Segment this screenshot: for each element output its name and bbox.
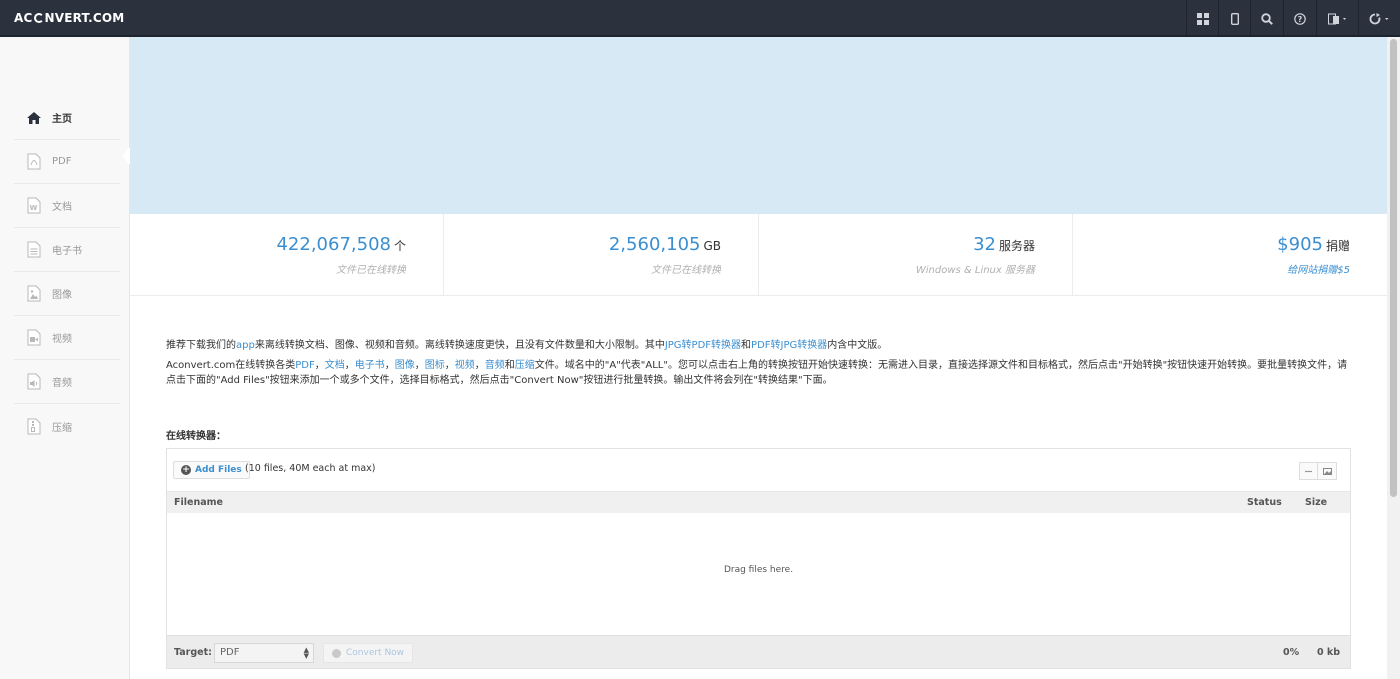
search-icon[interactable]: [1250, 0, 1283, 37]
archive-link[interactable]: 压缩: [515, 360, 535, 371]
drop-message: Drag files here.: [723, 565, 794, 575]
icon-link[interactable]: 图标: [425, 360, 445, 371]
home-icon: [24, 108, 44, 128]
video-icon: [24, 328, 44, 348]
select-arrows-icon: ▲ ▼: [303, 646, 309, 660]
image-icon: [24, 284, 44, 304]
thumbnail-view-button[interactable]: [1318, 462, 1337, 480]
file-table-header: Filename Status Size: [167, 491, 1350, 513]
file-limit-note: (10 files, 40M each at max): [245, 463, 376, 474]
column-size: Size: [1305, 497, 1328, 508]
mobile-icon[interactable]: [1218, 0, 1250, 37]
pdf-link[interactable]: PDF: [295, 360, 314, 371]
converter-toolbar: + Add Files (10 files, 40M each at max): [167, 449, 1350, 491]
video-link[interactable]: 视频: [455, 360, 475, 371]
stat-donations[interactable]: $905 捐赠 给网站捐赠$5: [1073, 214, 1387, 296]
sidebar-item-video[interactable]: 视频: [14, 316, 120, 360]
document-icon: W: [24, 196, 44, 216]
audio-icon: [24, 372, 44, 392]
column-status: Status: [1247, 497, 1282, 508]
logo-ring-icon: [33, 13, 44, 23]
jpg-to-pdf-link[interactable]: JPG转PDF转换器: [665, 340, 741, 351]
plus-circle-icon: +: [181, 465, 191, 475]
pdf-icon: [24, 152, 44, 172]
svg-text:W: W: [30, 204, 38, 212]
list-view-icon: [1305, 470, 1312, 472]
app-link[interactable]: app: [236, 340, 255, 351]
ebook-icon: [24, 240, 44, 260]
add-files-button[interactable]: + Add Files: [173, 461, 250, 479]
svg-text:?: ?: [1298, 15, 1303, 24]
sidebar-item-archive[interactable]: 压缩: [14, 404, 120, 448]
archive-icon: [24, 416, 44, 436]
pdf-to-jpg-link[interactable]: PDF转JPG转换器: [751, 340, 827, 351]
file-drop-zone[interactable]: Drag files here.: [167, 513, 1350, 635]
active-caret: [122, 147, 130, 165]
donate-link[interactable]: 给网站捐赠$5: [1287, 261, 1350, 276]
stat-data-size: 2,560,105 GB 文件已在线转换: [444, 214, 759, 296]
stat-files-count: 422,067,508 个 文件已在线转换: [130, 214, 444, 296]
help-icon[interactable]: ?: [1283, 0, 1316, 37]
sidebar-item-audio[interactable]: 音频: [14, 360, 120, 404]
intro-paragraph-about: Aconvert.com在线转换各类PDF，文档，电子书，图像，图标，视频，音频…: [166, 360, 1348, 386]
scrollbar-thumb[interactable]: [1390, 39, 1397, 497]
hero-banner: [130, 37, 1387, 214]
sidebar-item-document[interactable]: W 文档: [14, 184, 120, 228]
converter-title: 在线转换器：: [166, 431, 226, 442]
stats-bar: 422,067,508 个 文件已在线转换 2,560,105 GB 文件已在线转换…: [130, 214, 1387, 296]
page-scrollbar[interactable]: [1387, 37, 1400, 679]
convert-now-button[interactable]: Convert Now: [323, 643, 414, 663]
file-converter: + Add Files (10 files, 40M each at max) …: [166, 448, 1351, 669]
image-link[interactable]: 图像: [395, 360, 415, 371]
ebook-link[interactable]: 电子书: [355, 360, 385, 371]
sidebar-item-pdf[interactable]: PDF: [14, 140, 120, 184]
language-icon[interactable]: [1316, 0, 1358, 37]
sidebar: 主页 PDF W 文档 电子书 图像 视频 音频 压缩: [0, 37, 130, 679]
top-navbar: AC NVERT.COM ?: [0, 0, 1400, 37]
total-size: 0 kb: [1317, 647, 1341, 658]
thumbnail-view-icon: [1322, 467, 1332, 475]
target-label: Target:: [174, 647, 212, 658]
target-format-select[interactable]: PDF ▲ ▼: [214, 643, 314, 663]
intro-paragraph-app: 推荐下载我们的app来离线转换文档、图像、视频和音频。离线转换速度更快，且没有文…: [166, 340, 888, 351]
document-link[interactable]: 文档: [325, 360, 345, 371]
list-view-button[interactable]: [1299, 462, 1318, 480]
site-logo[interactable]: AC NVERT.COM: [14, 11, 124, 25]
converter-footer: Target: PDF ▲ ▼ Convert Now 0% 0 kb: [167, 635, 1350, 668]
refresh-icon[interactable]: [1358, 0, 1400, 37]
sidebar-item-image[interactable]: 图像: [14, 272, 120, 316]
total-progress: 0%: [1283, 647, 1300, 658]
sidebar-item-home[interactable]: 主页: [14, 96, 120, 140]
sidebar-item-ebook[interactable]: 电子书: [14, 228, 120, 272]
column-filename: Filename: [174, 497, 223, 508]
audio-link[interactable]: 音频: [485, 360, 505, 371]
convert-icon: [332, 648, 341, 658]
grid-icon[interactable]: [1186, 0, 1218, 37]
stat-servers: 32 服务器 Windows & Linux 服务器: [759, 214, 1073, 296]
